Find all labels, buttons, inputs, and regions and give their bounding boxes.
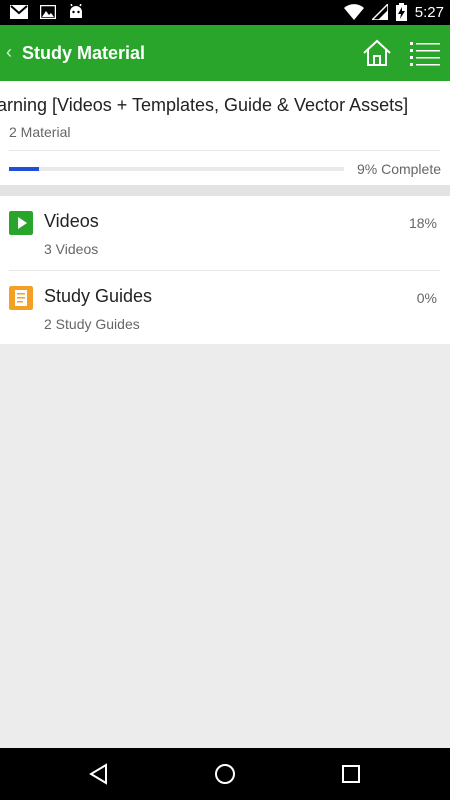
course-material-count: 2 Material [9,124,71,140]
page-title[interactable]: Study Material [22,43,145,64]
list-item-videos[interactable]: Videos 3 Videos 18% [0,196,450,270]
material-percent: 18% [408,215,437,231]
wifi-icon [343,4,364,20]
image-icon [40,5,56,19]
divider [9,150,440,151]
navigation-bar [0,748,450,800]
signal-icon [371,4,388,20]
section-separator [0,185,450,196]
course-progress-fill [9,167,40,171]
home-icon[interactable] [362,39,392,67]
notification-icons [10,4,84,20]
app-bar: ‹ Study Material [0,25,450,81]
material-count: 2 Study Guides [44,316,140,332]
material-percent: 0% [416,290,437,306]
system-icons: 5:27 [343,3,444,21]
play-icon [9,211,33,235]
home-circle-icon[interactable] [213,762,237,786]
menu-list-icon[interactable] [410,40,440,66]
document-icon [9,286,33,310]
material-name: Study Guides [44,286,153,306]
material-count: 3 Videos [44,241,99,257]
back-triangle-icon[interactable] [87,762,111,786]
course-title-wrapper: earning [Videos + Templates, Guide & Vec… [0,95,450,116]
course-summary-card: earning [Videos + Templates, Guide & Vec… [0,81,450,185]
back-chevron-icon[interactable]: ‹ [6,42,12,62]
battery-charging-icon [395,3,407,21]
list-item-study-guides[interactable]: Study Guides 2 Study Guides 0% [0,271,450,345]
android-icon [70,4,82,18]
material-name: Videos [44,211,99,231]
status-bar: 5:27 [0,0,450,25]
course-progress-bar [9,167,344,171]
course-title: earning [Videos + Templates, Guide & Vec… [0,95,409,115]
materials-list: Videos 3 Videos 18% Study Guides 2 Study… [0,196,450,344]
clock: 5:27 [414,3,444,21]
recents-square-icon[interactable] [339,762,363,786]
course-progress-text: 9% Complete [356,161,441,177]
gmail-icon [10,5,28,19]
